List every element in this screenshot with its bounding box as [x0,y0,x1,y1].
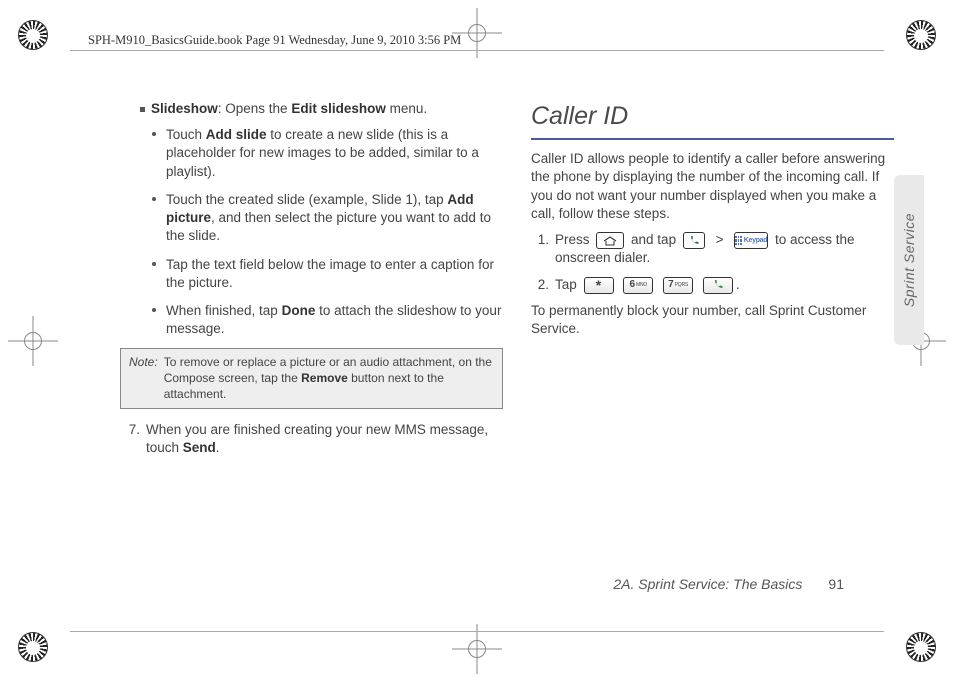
caller-id-intro: Caller ID allows people to identify a ca… [531,150,894,223]
step-number: 2. [531,276,549,294]
document-header-meta: SPH-M910_BasicsGuide.book Page 91 Wednes… [88,33,461,48]
registration-mark-top-left [18,20,48,50]
slideshow-label: Slideshow [151,101,218,116]
step-2: 2. Tap * 6MNO 7PQRS . [531,276,894,294]
step-1: 1. Press and tap > Keypad to access the … [531,231,894,267]
slideshow-sublist: Touch Add slide to create a new slide (t… [140,126,503,338]
note-box: Note: To remove or replace a picture or … [120,348,503,409]
section-side-tab-label: Sprint Service [901,213,917,307]
step-number: 1. [531,231,549,249]
list-item: Touch the created slide (example, Slide … [166,191,503,246]
phone-app-icon [683,232,705,249]
registration-mark-top-right [906,20,936,50]
list-item: When finished, tap Done to attach the sl… [166,302,503,338]
dialpad-7-key-icon: 7PQRS [663,277,693,294]
caller-id-outro: To permanently block your number, call S… [531,302,894,338]
slideshow-line: Slideshow: Opens the Edit slideshow menu… [140,100,503,118]
footer-page-number: 91 [828,576,844,592]
dialpad-call-key-icon [703,277,733,294]
note-body: To remove or replace a picture or an aud… [164,355,494,402]
page-footer: 2A. Sprint Service: The Basics 91 [613,576,844,592]
crop-line-bottom [70,631,884,632]
step-body: Tap * 6MNO 7PQRS . [555,276,740,294]
crop-crosshair-left [8,316,58,366]
home-key-icon [596,232,624,249]
list-item: Touch Add slide to create a new slide (t… [166,126,503,181]
left-column: Slideshow: Opens the Edit slideshow menu… [110,100,503,582]
dialpad-6-key-icon: 6MNO [623,277,653,294]
footer-chapter: 2A. Sprint Service: The Basics [613,576,802,592]
section-title-caller-id: Caller ID [531,100,894,134]
list-item: Tap the text field below the image to en… [166,256,503,292]
registration-mark-bottom-left [18,632,48,662]
page-content: Slideshow: Opens the Edit slideshow menu… [110,100,894,582]
section-rule [531,138,894,141]
step-7: 7. When you are finished creating your n… [122,421,503,457]
section-side-tab: Sprint Service [894,175,924,345]
chevron-right-icon: > [716,232,724,247]
right-column: Caller ID Caller ID allows people to ide… [531,100,894,582]
keypad-tab-icon: Keypad [734,232,768,249]
step-body: When you are finished creating your new … [146,421,503,457]
crop-line-top [70,50,884,51]
note-label: Note: [129,355,158,402]
step-body: Press and tap > Keypad to access the ons… [555,231,894,267]
step-number: 7. [122,421,140,457]
square-bullet-icon [140,107,145,112]
registration-mark-bottom-right [906,632,936,662]
dialpad-star-key-icon: * [584,277,614,294]
